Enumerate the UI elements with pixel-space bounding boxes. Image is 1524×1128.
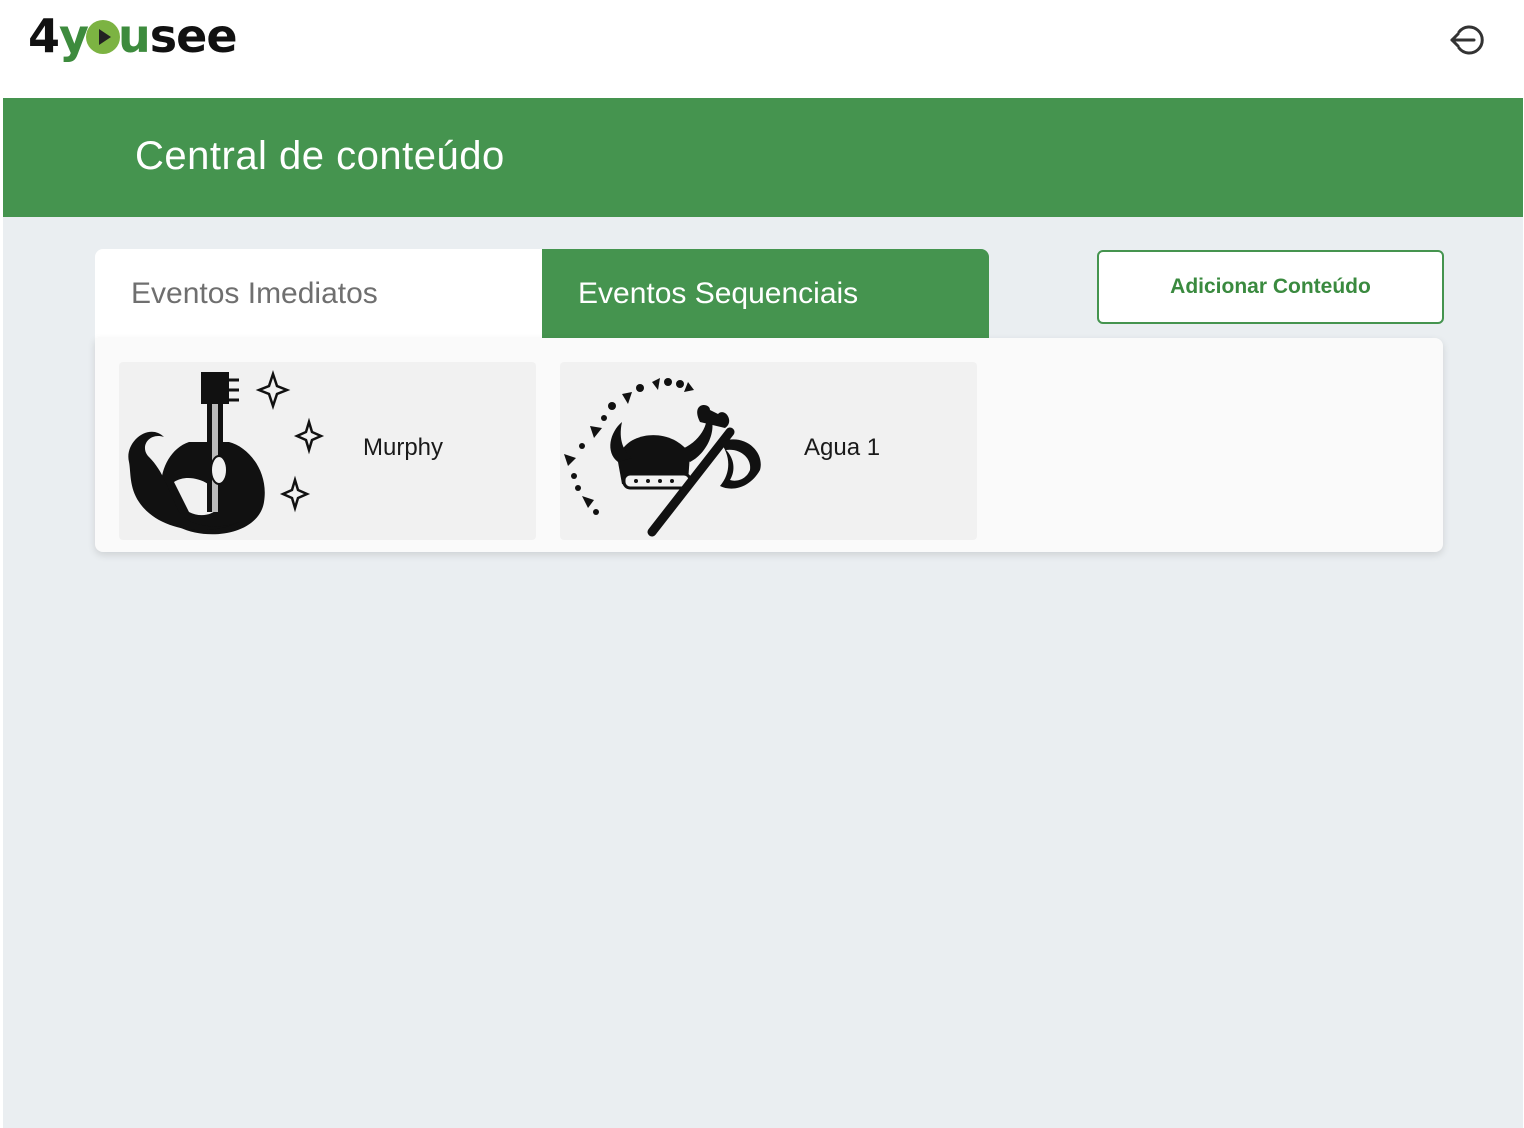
brand-logo[interactable]: 4y usee: [28, 6, 238, 66]
logo-play-icon: [86, 20, 121, 54]
logout-icon[interactable]: [1448, 22, 1486, 58]
top-bar: 4y usee: [0, 0, 1524, 98]
page-title: Central de conteúdo: [135, 134, 505, 178]
content-name: Murphy: [363, 434, 444, 461]
content-name: Agua 1: [804, 434, 881, 461]
logo-wordmark: 4y usee: [28, 9, 238, 63]
lute-sparkles-icon: [119, 362, 329, 540]
viking-axe-icon: [560, 362, 770, 540]
tab-eventos-imediatos[interactable]: Eventos Imediatos: [95, 249, 542, 339]
tab-eventos-sequenciais[interactable]: Eventos Sequenciais: [542, 249, 989, 339]
content-card-murphy[interactable]: Murphy: [119, 362, 536, 540]
content-card-agua-1[interactable]: Agua 1: [560, 362, 977, 540]
page-header: Central de conteúdo: [3, 98, 1523, 217]
tab-label: Eventos Sequenciais: [578, 277, 859, 310]
tab-label: Eventos Imediatos: [131, 277, 378, 310]
content-panel: Murphy Agua 1: [95, 338, 1443, 552]
event-tabs: Eventos Imediatos Eventos Sequenciais: [95, 249, 989, 339]
add-content-button[interactable]: Adicionar Conteúdo: [1097, 250, 1444, 324]
